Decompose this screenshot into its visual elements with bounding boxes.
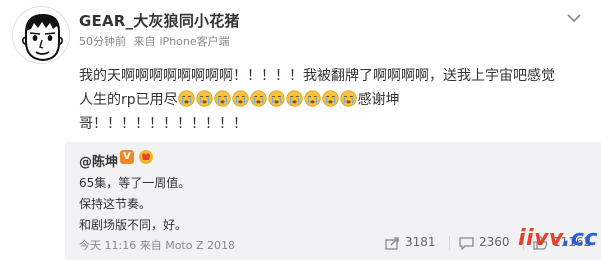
repost-author[interactable]: @陈坤: [79, 151, 118, 170]
crying-emoji: [286, 90, 303, 107]
post-text-line: 我的天啊啊啊啊啊啊啊啊！！！！！我被翻牌了啊啊啊啊，送我上宇宙吧感觉: [79, 68, 555, 84]
crying-emoji: [340, 90, 357, 107]
post-text-line: 人生的rp已用尽 感谢坤: [79, 88, 579, 112]
face-drawing-icon: [22, 13, 63, 62]
repost-source[interactable]: Moto Z 2018: [165, 239, 235, 252]
post-meta: 50分钟前 来自 iPhone客户端: [79, 33, 234, 49]
post-source[interactable]: iPhone客户端: [160, 35, 230, 48]
chevron-down-icon[interactable]: [566, 12, 582, 24]
repost-text-line: 和剧场版不同，好。: [79, 218, 188, 232]
post-text-segment: 人生的rp已用尽: [79, 92, 178, 108]
post-text-line: 哥！！！！！！！！！！！: [79, 116, 247, 132]
user-name[interactable]: GEAR_大灰狼同小花猪: [79, 10, 240, 31]
divider: [449, 236, 450, 250]
comment-icon: [459, 237, 474, 250]
post-time[interactable]: 50分钟前: [79, 35, 126, 48]
comment-count: 2360: [479, 235, 510, 249]
crying-emoji: [232, 90, 249, 107]
crying-emoji: [268, 90, 285, 107]
crying-emoji: [250, 90, 267, 107]
repost-count: 3181: [405, 235, 436, 249]
comment-button[interactable]: 2360: [459, 235, 519, 251]
post-text-segment: 感谢坤: [357, 92, 400, 108]
repost-footer: 今天 11:16 来自 Moto Z 2018: [79, 237, 235, 253]
crying-emoji: [214, 90, 231, 107]
source-prefix: 来自: [139, 239, 162, 252]
watermark-part: .cc: [561, 226, 598, 251]
share-icon: [385, 237, 399, 250]
post-text: 我的天啊啊啊啊啊啊啊啊！！！！！我被翻牌了啊啊啊啊，送我上宇宙吧感觉 人生的rp…: [79, 64, 579, 136]
watermark-part: iivv: [518, 226, 562, 251]
repost-text-line: 保持这节奏。: [79, 197, 152, 211]
crying-emoji: [322, 90, 339, 107]
crying-emoji: [178, 90, 195, 107]
repost-text-line: 65集，等了一周值。: [79, 176, 191, 190]
source-prefix: 来自: [133, 35, 156, 48]
repost-button[interactable]: 3181: [385, 235, 445, 251]
weibo-post: GEAR_大灰狼同小花猪 50分钟前 来自 iPhone客户端 我的天啊啊啊啊啊啊…: [0, 0, 601, 260]
crying-emoji: [304, 90, 321, 107]
emoji-row: [178, 88, 358, 112]
repost-time[interactable]: 今天 11:16: [79, 239, 136, 252]
site-watermark: iivv.cc: [518, 226, 598, 251]
member-badge-icon: [139, 150, 153, 164]
verified-badge: V: [120, 150, 134, 164]
crying-emoji: [196, 90, 213, 107]
avatar[interactable]: [12, 6, 70, 64]
